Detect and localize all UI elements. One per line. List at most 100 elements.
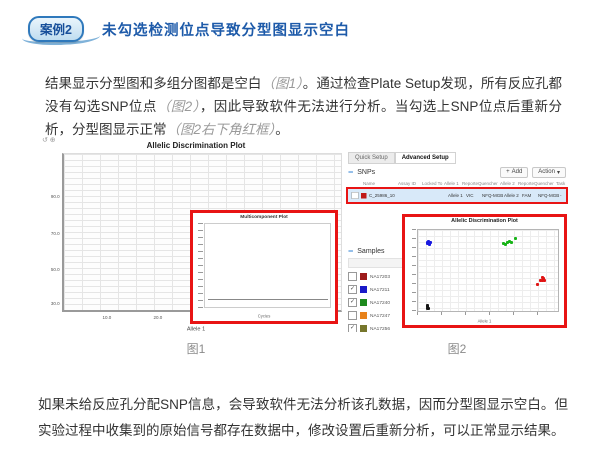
figure2-caption: 图2 [346,340,568,357]
tab-advanced-setup[interactable]: Advanced Setup [395,152,456,164]
column-header: Assay ID [398,181,422,186]
allelic-plot-title: Allelic Discrimination Plot [413,218,556,223]
collapse-icon[interactable]: − [348,167,353,177]
sample-checkbox[interactable] [348,272,357,281]
column-header: Name [363,181,398,186]
y-axis-tick-label: 50.0 [51,268,60,273]
sample-row[interactable]: ✓NA17240 [348,296,404,309]
snps-buttons: +Add Action▾ [500,167,566,178]
sample-color-swatch [360,286,367,293]
figure2-plate-setup-screenshot: Quick Setup Advanced Setup − SNPs +Add A… [346,150,568,332]
allelic-plot-x-ticks [417,312,559,315]
column-header: Reporter [462,181,478,186]
column-header: Task [556,181,568,186]
snp-row-checkbox[interactable] [352,192,359,199]
allelic-plot-x-axis-label: Allele 1 [429,320,540,324]
y-axis-tick-label: 90.0 [51,195,60,200]
add-button[interactable]: +Add [500,167,528,178]
column-header: Quencher [534,181,556,186]
sample-name: NA17203 [370,274,390,279]
snps-section-header: − SNPs +Add Action▾ [348,165,566,179]
allele2-quencher: NFQ-MGB [538,193,560,198]
sample-row[interactable]: ✓ NA17211 [348,283,404,296]
figure2-reference: （图2） [157,99,200,114]
y-axis-tick-label: 30.0 [51,302,60,307]
collapse-icon[interactable]: − [348,246,353,256]
snp-task: - [560,193,568,198]
intro-text-1: 结果显示分型图和多组分图都是空白 [45,76,261,91]
allelic-plot-red-box: Allelic Discrimination Plot Allele 1 [402,214,567,328]
figure2-redbox-reference: （图2右下角红框） [167,122,276,137]
multicomponent-plot-red-box: Multicomponent Plot Cycles [190,210,338,324]
figure1-reference: （图1） [261,76,302,91]
column-header: Allele 1 [444,181,462,186]
setup-tabs: Quick Setup Advanced Setup [348,152,456,164]
samples-filter-field[interactable] [348,258,404,268]
allelic-plot-area [417,229,559,312]
figure1-caption: 图1 [48,340,344,357]
intro-text-4: 。 [275,122,289,137]
sample-checkbox[interactable]: ✓ [348,298,357,307]
snp-name: C_25986_10 [369,193,402,198]
samples-list: NA17203 ✓ NA17211 ✓NA17240 NA17247 ✓ NA17256 [348,270,404,332]
sample-name: NA17211 [370,287,390,292]
snps-section-title: SNPs [357,169,375,176]
snp-table-row[interactable]: C_25986_10 Allele 1 VIC NFQ-MGB Allele 2… [348,189,568,202]
chevron-down-icon: ▾ [557,169,560,176]
allele1-reporter: VIC [466,193,482,198]
column-header: Locked To [422,181,444,186]
figure1-x-axis-label: Allele 1 [78,327,315,333]
sample-name: NA17247 [370,313,390,318]
sample-checkbox[interactable]: ✓ [348,324,357,332]
x-axis-tick-label: 10.0 [103,316,112,321]
sample-name: NA17256 [370,326,390,331]
allele2-name: Allele 2 [504,193,522,198]
allelic-plot-y-ticks [412,229,416,312]
multicomponent-y-axis-ticks [198,223,203,308]
snp-row-red-highlight-box: C_25986_10 Allele 1 VIC NFQ-MGB Allele 2… [346,187,568,204]
allele1-quencher: NFQ-MGB [482,193,504,198]
snps-table-header-row: NameAssay IDLocked ToAllele 1ReporterQue… [348,181,568,186]
sample-color-swatch [360,312,367,319]
samples-panel-header: − Samples [348,245,404,257]
x-axis-tick-label: 20.0 [153,316,162,321]
samples-panel: − Samples NA17203 ✓ NA17211 ✓NA17240 NA17247… [348,245,404,328]
page-header: 案例2 未勾选检测位点导致分型图显示空白 [28,16,350,42]
data-point-undetermined [427,307,430,310]
tab-quick-setup[interactable]: Quick Setup [348,152,395,164]
data-point-heterozygous [504,243,507,246]
add-icon: + [506,169,510,175]
data-point-allele-1-homozygous [539,279,542,282]
sample-checkbox[interactable] [348,311,357,320]
sample-row[interactable]: ✓ NA17256 [348,322,404,332]
action-button-label: Action [538,169,555,175]
sample-checkbox[interactable]: ✓ [348,285,357,294]
sample-color-swatch [360,299,367,306]
sample-color-swatch [360,325,367,332]
sample-row[interactable]: NA17247 [348,309,404,322]
column-header: Reporter [518,181,534,186]
figure1-empty-allelic-plot: ↺ ⊕ Allelic Discrimination Plot 90.070.0… [48,140,344,336]
conclusion-paragraph: 如果未给反应孔分配SNP信息，会导致软件无法分析该孔数据，因而分型图显示空白。但… [38,392,568,444]
intro-paragraph: 结果显示分型图和多组分图都是空白（图1）。通过检查Plate Setup发现，所… [45,72,562,141]
sample-row[interactable]: NA17203 [348,270,404,283]
data-point-allele-1-homozygous [536,283,539,286]
allele1-name: Allele 1 [448,193,466,198]
data-point-heterozygous [514,237,517,240]
multicomponent-x-axis-label: Cycles [214,315,313,319]
data-point-heterozygous [510,241,513,244]
page-title: 未勾选检测位点导致分型图显示空白 [102,19,350,40]
multicomponent-plot-area [204,223,331,308]
multicomponent-plot-title: Multicomponent Plot [207,215,321,220]
figure1-plot-title: Allelic Discrimination Plot [48,141,344,150]
data-point-undetermined [426,304,429,307]
column-header: Quencher [478,181,500,186]
add-button-label: Add [512,169,523,175]
multicomponent-baseline [208,299,328,300]
case-badge: 案例2 [28,16,84,42]
snp-color-swatch [361,193,367,199]
allele2-reporter: FAM [522,193,538,198]
action-button[interactable]: Action▾ [532,167,566,178]
figure1-y-axis: 90.070.050.030.0 [48,153,61,312]
samples-panel-title: Samples [357,248,384,255]
